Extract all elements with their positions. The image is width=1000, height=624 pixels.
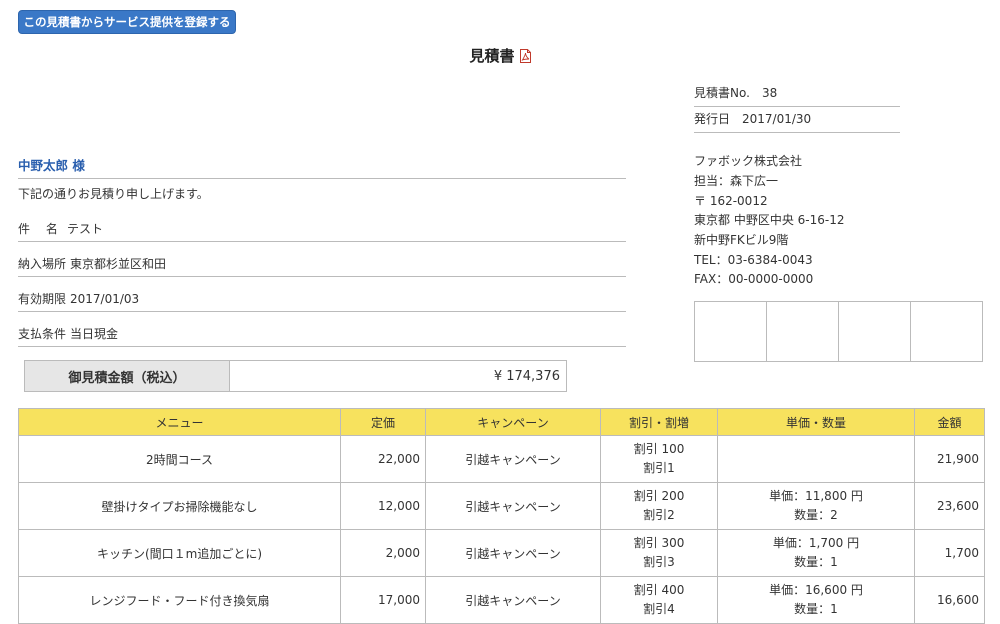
field-value: 当日現金 bbox=[70, 327, 119, 341]
discount-name: 割引1 bbox=[643, 461, 675, 475]
issue-date-value: 2017/01/30 bbox=[742, 112, 812, 126]
estimate-number-value: 38 bbox=[761, 86, 778, 100]
register-service-button[interactable]: この見積書からサービス提供を登録する bbox=[18, 10, 236, 34]
field-value: 2017/01/03 bbox=[70, 292, 140, 306]
expiry-field: 有効期限 2017/01/03 bbox=[18, 289, 626, 312]
discount-amount: 割引 300 bbox=[633, 536, 685, 550]
subject-field: 件 名テスト bbox=[18, 219, 626, 242]
estimate-number-label: 見積書No. bbox=[694, 86, 750, 100]
pdf-icon[interactable] bbox=[519, 49, 531, 63]
price-cell: 2,000 bbox=[340, 529, 426, 577]
menu-cell: レンジフード・フード付き換気扇 bbox=[18, 576, 341, 624]
stamp-box bbox=[767, 302, 839, 361]
table-row: 壁掛けタイプお掃除機能なし 12,000 引越キャンペーン 割引 200 割引2 … bbox=[18, 482, 985, 530]
issuer-company: ファボック株式会社 担当：森下広一 〒 162-0012 東京都 中野区中央 6… bbox=[694, 152, 954, 290]
total-amount-label: 御見積金額（税込） bbox=[25, 361, 230, 391]
stamp-box bbox=[695, 302, 767, 361]
unit-price: 単価：11,800 円 bbox=[769, 489, 863, 503]
column-header-unit-qty: 単価・数量 bbox=[717, 408, 915, 436]
discount-name: 割引2 bbox=[643, 508, 675, 522]
discount-amount: 割引 400 bbox=[633, 583, 685, 597]
stamp-box bbox=[839, 302, 911, 361]
page-title: 見積書 bbox=[469, 47, 515, 65]
unit-qty-cell: 単価：11,800 円数量：2 bbox=[717, 482, 915, 530]
discount-cell: 割引 400 割引4 bbox=[600, 576, 718, 624]
company-address: 東京都 中野区中央 6-16-12 bbox=[694, 213, 845, 228]
company-person: 担当：森下広一 bbox=[694, 174, 779, 188]
field-value: 東京都杉並区和田 bbox=[70, 257, 167, 271]
issue-date-row: 発行日 2017/01/30 bbox=[694, 107, 900, 133]
table-header-row: メニュー 定価 キャンペーン 割引・割増 単価・数量 金額 bbox=[18, 408, 985, 436]
total-amount-value: ¥ 174,376 bbox=[493, 368, 560, 384]
quantity: 数量：1 bbox=[794, 602, 838, 616]
delivery-place-field: 納入場所 東京都杉並区和田 bbox=[18, 254, 626, 277]
column-header-campaign: キャンペーン bbox=[425, 408, 601, 436]
discount-name: 割引3 bbox=[643, 555, 675, 569]
company-fax: FAX：00-0000-0000 bbox=[694, 272, 814, 287]
column-header-menu: メニュー bbox=[18, 408, 341, 436]
company-building: 新中野FKビル9階 bbox=[694, 233, 789, 248]
campaign-cell: 引越キャンペーン bbox=[425, 576, 601, 624]
unit-qty-cell: 単価：1,700 円数量：1 bbox=[717, 529, 915, 577]
discount-cell: 割引 100 割引1 bbox=[600, 435, 718, 483]
page-title-area: 見積書 bbox=[0, 45, 1000, 66]
stamp-box bbox=[911, 302, 982, 361]
column-header-price: 定価 bbox=[340, 408, 426, 436]
estimate-items-table: メニュー 定価 キャンペーン 割引・割増 単価・数量 金額 2時間コース 22,… bbox=[18, 408, 985, 624]
amount-cell: 21,900 bbox=[914, 435, 985, 483]
issue-date-label: 発行日 bbox=[694, 112, 731, 126]
column-header-amount: 金額 bbox=[914, 408, 985, 436]
price-cell: 22,000 bbox=[340, 435, 426, 483]
unit-qty-cell: 単価：16,600 円数量：1 bbox=[717, 576, 915, 624]
field-label: 支払条件 bbox=[18, 327, 67, 341]
field-label: 納入場所 bbox=[18, 257, 67, 271]
amount-cell: 16,600 bbox=[914, 576, 985, 624]
total-amount-box: 御見積金額（税込） ¥ 174,376 bbox=[24, 360, 567, 392]
estimate-number-row: 見積書No. 38 bbox=[694, 81, 900, 107]
estimate-meta: 見積書No. 38 発行日 2017/01/30 bbox=[694, 81, 900, 133]
discount-amount: 割引 200 bbox=[633, 489, 685, 503]
table-row: キッチン(間口１m追加ごとに) 2,000 引越キャンペーン 割引 300 割引3… bbox=[18, 529, 985, 577]
campaign-cell: 引越キャンペーン bbox=[425, 482, 601, 530]
table-row: 2時間コース 22,000 引越キャンペーン 割引 100 割引1 21,900 bbox=[18, 435, 985, 483]
menu-cell: キッチン(間口１m追加ごとに) bbox=[18, 529, 341, 577]
menu-cell: 壁掛けタイプお掃除機能なし bbox=[18, 482, 341, 530]
customer-name: 中野太郎 様 bbox=[18, 156, 626, 179]
field-value: テスト bbox=[67, 222, 104, 236]
price-cell: 12,000 bbox=[340, 482, 426, 530]
field-label: 有効期限 bbox=[18, 292, 67, 306]
discount-name: 割引4 bbox=[643, 602, 675, 616]
discount-cell: 割引 300 割引3 bbox=[600, 529, 718, 577]
table-row: レンジフード・フード付き換気扇 17,000 引越キャンペーン 割引 400 割引… bbox=[18, 576, 985, 624]
unit-price: 単価：16,600 円 bbox=[769, 583, 863, 597]
unit-price: 単価：1,700 円 bbox=[772, 536, 860, 550]
quantity: 数量：1 bbox=[794, 555, 838, 569]
menu-cell: 2時間コース bbox=[18, 435, 341, 483]
campaign-cell: 引越キャンペーン bbox=[425, 435, 601, 483]
payment-terms-field: 支払条件 当日現金 bbox=[18, 324, 626, 347]
company-name: ファボック株式会社 bbox=[694, 154, 803, 168]
company-tel: TEL：03-6384-0043 bbox=[694, 252, 813, 267]
amount-cell: 1,700 bbox=[914, 529, 985, 577]
field-label: 件 名 bbox=[18, 222, 58, 236]
column-header-discount: 割引・割増 bbox=[600, 408, 718, 436]
campaign-cell: 引越キャンペーン bbox=[425, 529, 601, 577]
discount-cell: 割引 200 割引2 bbox=[600, 482, 718, 530]
intro-text: 下記の通りお見積り申し上げます。 bbox=[18, 187, 209, 201]
company-postal: 〒 162-0012 bbox=[694, 193, 768, 208]
stamp-boxes bbox=[694, 301, 983, 362]
unit-qty-cell bbox=[717, 435, 915, 483]
discount-amount: 割引 100 bbox=[633, 442, 685, 456]
quantity: 数量：2 bbox=[794, 508, 838, 522]
price-cell: 17,000 bbox=[340, 576, 426, 624]
amount-cell: 23,600 bbox=[914, 482, 985, 530]
